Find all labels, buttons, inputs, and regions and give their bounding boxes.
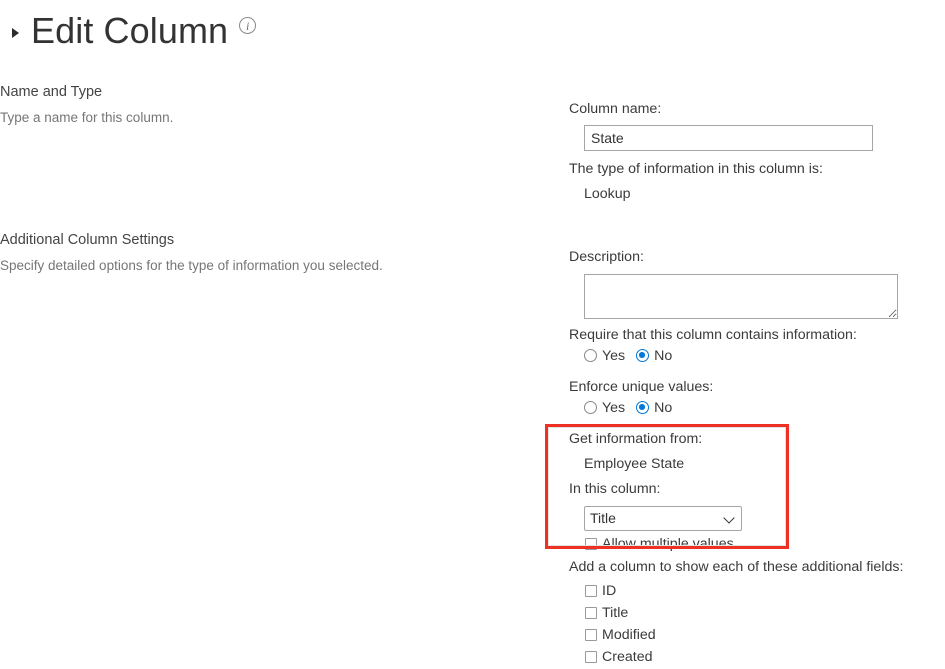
additional-field-row-title[interactable]: Title <box>569 605 903 621</box>
radio-label: Yes <box>602 399 626 416</box>
section-name-and-type: Name and Type Type a name for this colum… <box>0 84 520 127</box>
get-information-from-label: Get information from: <box>569 431 703 447</box>
column-type-value: Lookup <box>584 185 631 202</box>
require-information-radio-yes[interactable]: Yes <box>584 348 625 364</box>
enforce-unique-values-radio-no[interactable]: No <box>636 400 672 416</box>
get-information-from-group: Get information from: Employee State <box>569 431 702 474</box>
section-description: Specify detailed options for the type of… <box>0 258 383 273</box>
checkbox-unchecked-icon <box>585 628 597 641</box>
additional-field-row-id[interactable]: ID <box>569 583 903 599</box>
column-type-label: The type of information in this column i… <box>569 161 823 177</box>
radio-label: Yes <box>602 347 626 364</box>
require-information-radio-row: Yes No <box>569 348 857 364</box>
allow-multiple-values-row[interactable]: Allow multiple values <box>569 536 742 552</box>
radio-unchecked-icon <box>584 401 597 415</box>
section-additional-column-settings: Additional Column Settings Specify detai… <box>0 232 520 275</box>
radio-label: No <box>654 347 673 364</box>
page-title: Edit Column <box>31 10 229 51</box>
allow-multiple-values-label: Allow multiple values <box>602 535 734 552</box>
column-type-group: The type of information in this column i… <box>569 161 823 204</box>
column-name-label: Column name: <box>569 101 662 117</box>
checkbox-unchecked-icon <box>585 584 597 597</box>
additional-field-label: ID <box>602 582 617 599</box>
additional-field-row-created[interactable]: Created <box>569 649 903 665</box>
radio-unchecked-icon <box>584 349 597 363</box>
checkbox-unchecked-icon <box>585 650 597 663</box>
radio-checked-icon <box>636 401 650 415</box>
info-icon[interactable]: i <box>239 17 257 34</box>
additional-fields-group: Add a column to show each of these addit… <box>569 559 903 665</box>
section-description: Type a name for this column. <box>0 110 174 125</box>
triangle-right-icon[interactable] <box>12 27 19 38</box>
enforce-unique-values-label: Enforce unique values: <box>569 379 714 395</box>
column-name-input[interactable] <box>584 124 873 151</box>
additional-field-label: Created <box>602 648 653 665</box>
require-information-group: Require that this column contains inform… <box>569 327 857 364</box>
description-label: Description: <box>569 249 644 265</box>
in-this-column-select[interactable]: Title <box>584 505 742 531</box>
require-information-label: Require that this column contains inform… <box>569 327 857 343</box>
page-header: Edit Column i <box>0 0 257 62</box>
require-information-radio-no[interactable]: No <box>636 348 672 364</box>
enforce-unique-values-radio-yes[interactable]: Yes <box>584 400 625 416</box>
checkbox-unchecked-icon <box>585 606 597 619</box>
checkbox-unchecked-icon <box>585 537 597 550</box>
additional-field-row-modified[interactable]: Modified <box>569 627 903 643</box>
in-this-column-label: In this column: <box>569 481 661 497</box>
radio-checked-icon <box>636 349 650 363</box>
section-heading: Additional Column Settings <box>0 232 175 248</box>
description-textarea[interactable] <box>584 273 898 319</box>
get-information-from-value: Employee State <box>584 455 685 472</box>
in-this-column-select-wrapper: Title <box>584 505 742 531</box>
section-heading: Name and Type <box>0 84 103 100</box>
in-this-column-group: In this column: Title Allow multiple val… <box>569 481 742 552</box>
radio-label: No <box>654 399 673 416</box>
column-name-field-group: Column name: <box>569 101 873 151</box>
enforce-unique-values-radio-row: Yes No <box>569 400 713 416</box>
additional-field-label: Modified <box>602 626 656 643</box>
enforce-unique-values-group: Enforce unique values: Yes No <box>569 379 713 416</box>
additional-fields-label: Add a column to show each of these addit… <box>569 559 904 575</box>
description-field-group: Description: <box>569 249 898 319</box>
additional-field-label: Title <box>602 604 629 621</box>
